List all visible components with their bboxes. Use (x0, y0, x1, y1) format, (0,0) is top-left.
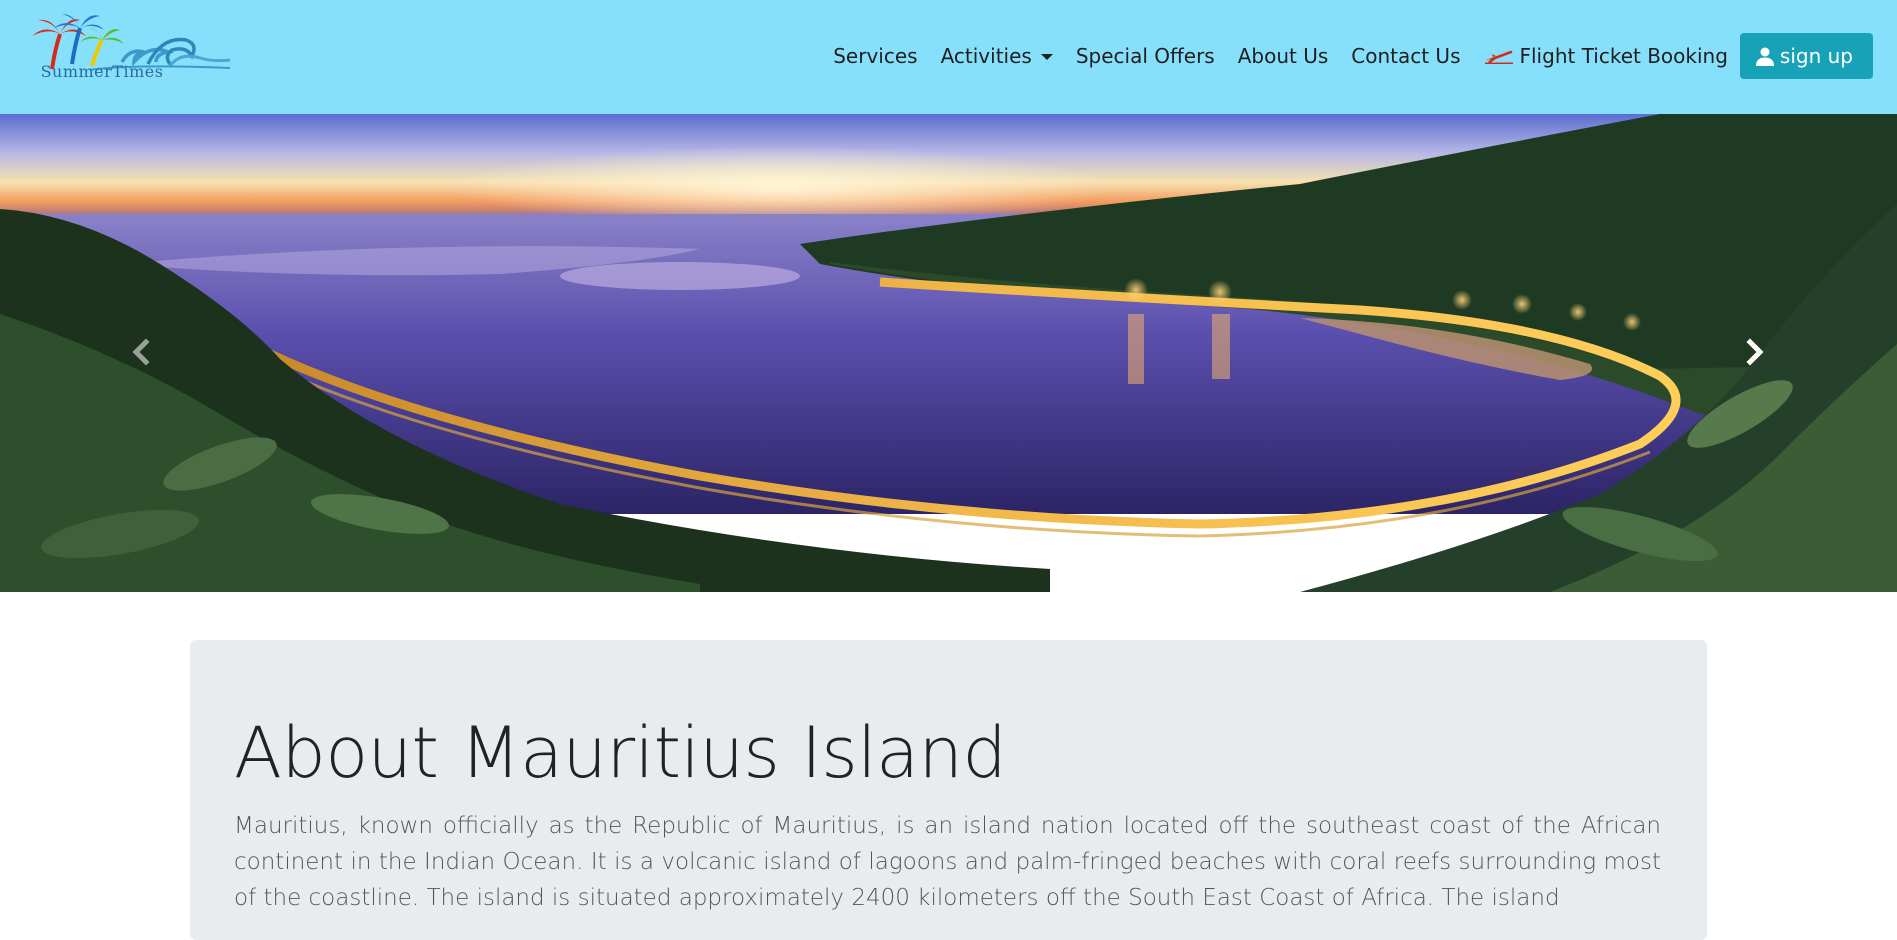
carousel-slide-image (0, 114, 1897, 592)
airplane-takeoff-icon (1484, 50, 1513, 64)
nav-item-label: Services (833, 44, 918, 68)
brand-name: SummerTimes (40, 62, 164, 81)
user-icon (1755, 47, 1774, 66)
chevron-left-icon (132, 338, 150, 366)
nav-item-label: Activities (940, 44, 1032, 68)
nav-item-activities[interactable]: Activities (941, 44, 1053, 68)
chevron-right-icon (1746, 338, 1764, 366)
nav-item-label: Flight Ticket Booking (1519, 44, 1728, 68)
nav-item-services[interactable]: Services (833, 44, 917, 68)
about-title: About Mauritius Island (234, 712, 1007, 794)
brand-logo[interactable] (30, 14, 235, 100)
navbar: SummerTimes Services Activities Special … (0, 0, 1897, 114)
about-section: About Mauritius Island Mauritius, known … (190, 640, 1707, 940)
nav-item-label: Contact Us (1351, 44, 1461, 68)
nav-item-label: About Us (1237, 44, 1329, 68)
signup-button[interactable]: sign up (1739, 33, 1873, 79)
nav-item-special-offers[interactable]: Special Offers (1076, 44, 1215, 68)
signup-label: sign up (1779, 44, 1853, 68)
caret-down-icon (1040, 54, 1053, 60)
carousel-prev-button[interactable] (122, 332, 162, 372)
nav-item-contact-us[interactable]: Contact Us (1351, 44, 1460, 68)
nav-menu: Services Activities Special Offers About… (833, 28, 1873, 84)
carousel-next-button[interactable] (1734, 332, 1774, 372)
nav-item-label: Special Offers (1075, 44, 1215, 68)
nav-item-about-us[interactable]: About Us (1238, 44, 1329, 68)
nav-item-flight-ticket-booking[interactable]: Flight Ticket Booking (1484, 44, 1728, 68)
hero-carousel (0, 114, 1897, 592)
about-body: Mauritius, known officially as the Repub… (234, 813, 1661, 911)
